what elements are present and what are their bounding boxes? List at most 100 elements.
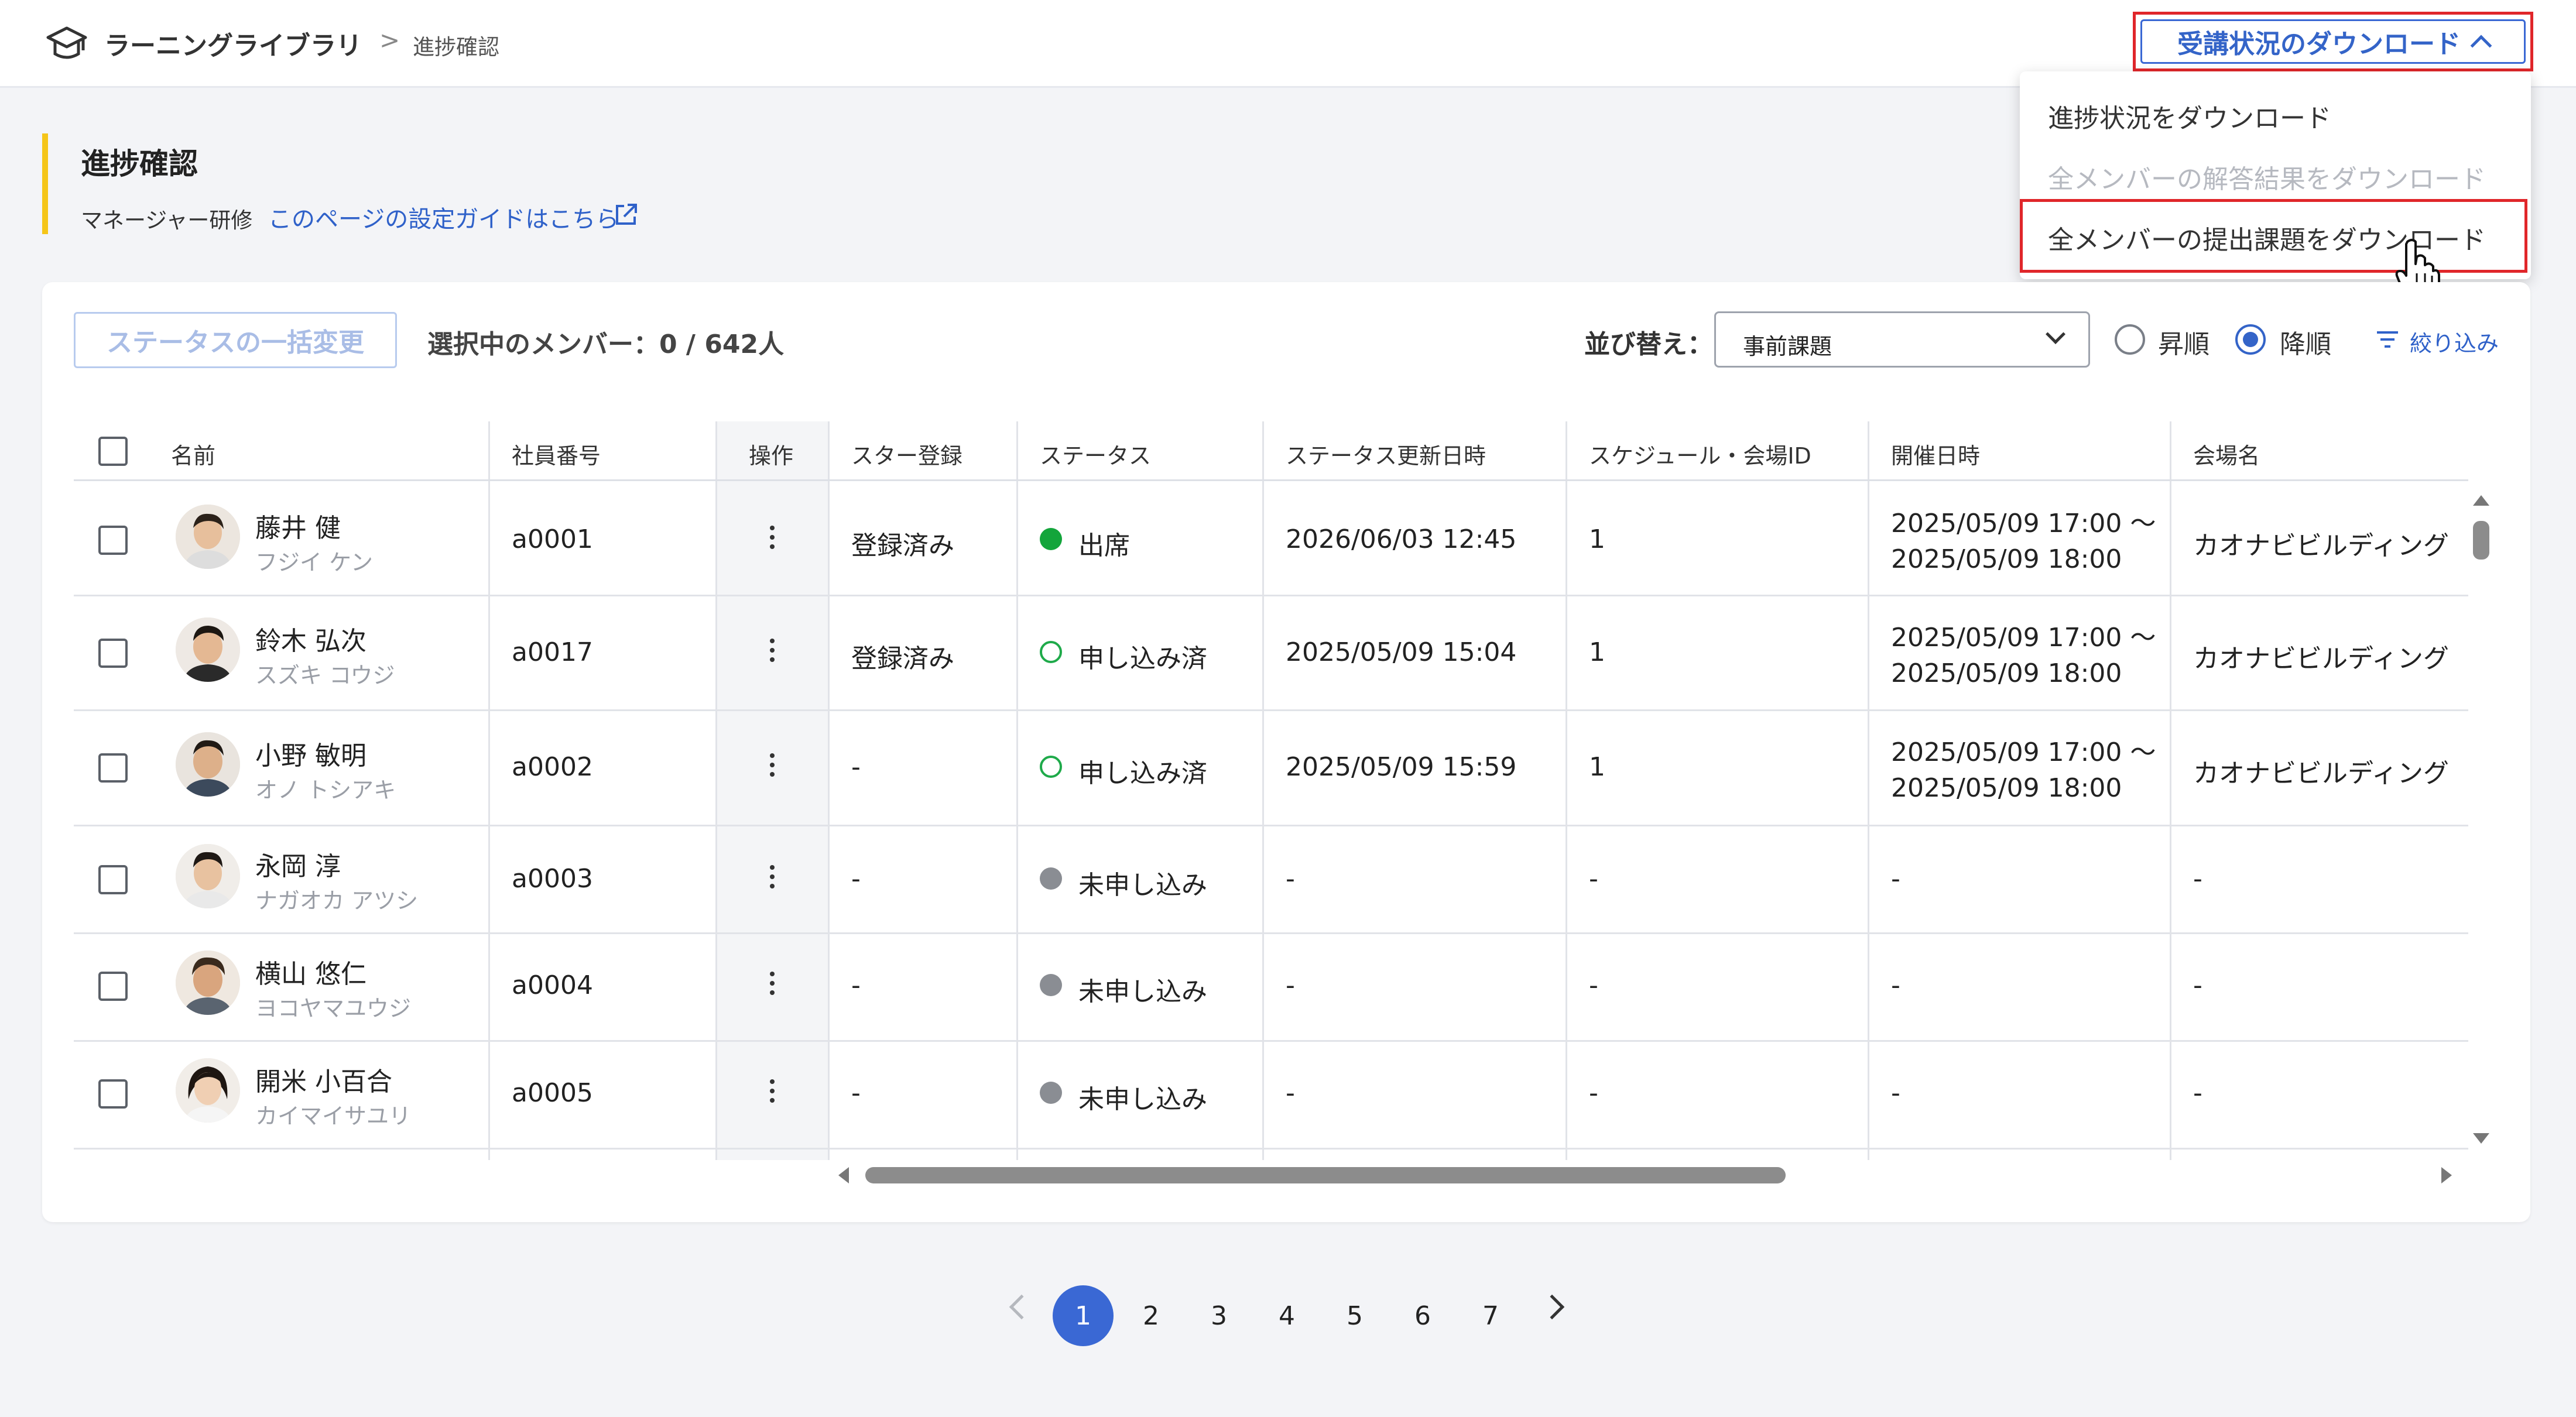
avatar <box>176 732 240 797</box>
scroll-up-arrow-icon[interactable] <box>2473 495 2489 506</box>
row-menu-icon[interactable] <box>768 526 776 555</box>
employee-id: a0001 <box>512 524 593 554</box>
schedule-id: 1 <box>1589 752 1605 782</box>
member-kana: オノ トシアキ <box>255 777 396 803</box>
status-none-icon <box>1040 867 1062 890</box>
vertical-scrollbar-thumb[interactable] <box>2473 521 2489 560</box>
scroll-down-arrow-icon[interactable] <box>2473 1133 2489 1144</box>
venue-name: - <box>2193 864 2202 894</box>
header-status[interactable]: ステータス <box>1040 438 1151 470</box>
status-text: 未申し込み <box>1078 977 1207 1007</box>
employee-id: a0005 <box>512 1078 593 1108</box>
date-start: 2025/05/09 17:00 〜 <box>1891 737 2156 767</box>
row-menu-icon[interactable] <box>768 865 776 894</box>
row-checkbox[interactable] <box>98 526 128 555</box>
breadcrumb-separator: > <box>379 26 400 54</box>
date-start: 2025/05/09 17:00 〜 <box>1891 623 2156 653</box>
external-link-icon[interactable] <box>612 201 639 228</box>
chevron-up-icon <box>2470 35 2492 57</box>
status-text: 出席 <box>1078 531 1130 561</box>
table-row: 小野 敏明 オノ トシアキ a0002 - 申し込み済 2025/05/09 1… <box>74 711 2468 826</box>
scroll-left-arrow-icon[interactable] <box>838 1167 849 1183</box>
member-name[interactable]: 横山 悠仁 <box>255 953 366 990</box>
header-employee-id[interactable]: 社員番号 <box>512 438 601 470</box>
header-star[interactable]: スター登録 <box>851 438 962 470</box>
member-kana: ナガオカ アツシ <box>255 888 419 914</box>
select-all-checkbox[interactable] <box>98 437 128 466</box>
download-status-button[interactable]: 受講状況のダウンロード <box>2133 12 2533 71</box>
page-6[interactable]: 6 <box>1392 1285 1453 1346</box>
member-name[interactable]: 鈴木 弘次 <box>255 620 366 657</box>
star-status: - <box>851 1078 861 1108</box>
member-name[interactable]: 藤井 健 <box>255 507 341 544</box>
status-none-icon <box>1040 1082 1062 1104</box>
avatar <box>176 617 240 682</box>
header-venue[interactable]: 会場名 <box>2193 438 2260 470</box>
sort-select[interactable]: 事前課題 <box>1714 311 2090 368</box>
page-4[interactable]: 4 <box>1256 1285 1317 1346</box>
graduation-cap-icon <box>46 26 87 59</box>
member-name[interactable]: 小野 敏明 <box>255 735 366 772</box>
page-7[interactable]: 7 <box>1460 1285 1521 1346</box>
status-updated: - <box>1286 1078 1295 1108</box>
member-name[interactable]: 永岡 淳 <box>255 845 341 883</box>
schedule-id: 1 <box>1589 637 1605 667</box>
page-5[interactable]: 5 <box>1324 1285 1385 1346</box>
member-kana: フジイ ケン <box>255 550 373 575</box>
member-name[interactable]: 開米 小百合 <box>255 1061 392 1098</box>
status-updated: - <box>1286 970 1295 1000</box>
menu-download-progress[interactable]: 進捗状況をダウンロード <box>2048 97 2331 135</box>
prev-page-icon[interactable] <box>1009 1294 1034 1320</box>
schedule-id: - <box>1589 864 1598 894</box>
header-schedule-id[interactable]: スケジュール・会場ID <box>1589 438 1811 470</box>
page-2[interactable]: 2 <box>1121 1285 1181 1346</box>
table-row: 藤井 健 フジイ ケン a0001 登録済み 出席 2026/06/03 12:… <box>74 481 2468 596</box>
status-text: 未申し込み <box>1078 1085 1207 1114</box>
horizontal-scrollbar-thumb[interactable] <box>865 1167 1786 1183</box>
avatar <box>176 1058 240 1123</box>
employee-id: a0003 <box>512 864 593 894</box>
menu-download-answers: 全メンバーの解答結果をダウンロード <box>2048 164 2486 194</box>
menu-highlight-frame <box>2020 199 2527 273</box>
date-start: - <box>1891 1078 1900 1108</box>
star-status: - <box>851 752 861 782</box>
order-asc-radio[interactable] <box>2115 324 2145 355</box>
row-menu-icon[interactable] <box>768 972 776 1001</box>
bulk-status-change-button[interactable]: ステータスの一括変更 <box>74 312 397 368</box>
filter-icon[interactable] <box>2375 329 2400 350</box>
date-end: 2025/05/09 18:00 <box>1891 773 2122 803</box>
star-status: 登録済み <box>851 531 954 561</box>
filter-link[interactable]: 絞り込み <box>2410 325 2499 358</box>
app-title[interactable]: ラーニングライブラリ <box>104 25 362 62</box>
page-3[interactable]: 3 <box>1188 1285 1249 1346</box>
star-status: - <box>851 970 861 1000</box>
schedule-id: - <box>1589 970 1598 1000</box>
row-checkbox[interactable] <box>98 753 128 783</box>
row-menu-icon[interactable] <box>768 639 776 668</box>
row-checkbox[interactable] <box>98 865 128 894</box>
table-header: 名前 社員番号 操作 スター登録 ステータス ステータス更新日時 スケジュール・… <box>74 421 2468 481</box>
row-checkbox[interactable] <box>98 1079 128 1109</box>
order-desc-radio[interactable] <box>2235 324 2266 355</box>
avatar <box>176 951 240 1015</box>
table-row: 鈴木 弘次 スズキ コウジ a0017 登録済み 申し込み済 2025/05/0… <box>74 596 2468 711</box>
row-menu-icon[interactable] <box>768 1079 776 1109</box>
page-1[interactable]: 1 <box>1053 1285 1114 1346</box>
row-checkbox[interactable] <box>98 972 128 1001</box>
selected-member-count: 選択中のメンバー：0 / 642人 <box>427 330 785 359</box>
schedule-id: - <box>1589 1078 1598 1108</box>
row-menu-icon[interactable] <box>768 753 776 783</box>
header-date[interactable]: 開催日時 <box>1891 438 1980 470</box>
next-page-icon[interactable] <box>1539 1294 1565 1320</box>
venue-name: カオナビビルディング <box>2193 644 2449 674</box>
header-status-updated[interactable]: ステータス更新日時 <box>1286 438 1486 470</box>
status-updated: - <box>1286 864 1295 894</box>
row-checkbox[interactable] <box>98 639 128 668</box>
chevron-down-icon <box>2046 324 2065 344</box>
status-none-icon <box>1040 974 1062 996</box>
scroll-right-arrow-icon[interactable] <box>2441 1167 2452 1183</box>
status-applied-icon <box>1040 756 1062 778</box>
header-name[interactable]: 名前 <box>171 438 215 470</box>
setting-guide-link[interactable]: このページの設定ガイドはこちら <box>268 200 619 234</box>
date-end: 2025/05/09 18:00 <box>1891 658 2122 688</box>
